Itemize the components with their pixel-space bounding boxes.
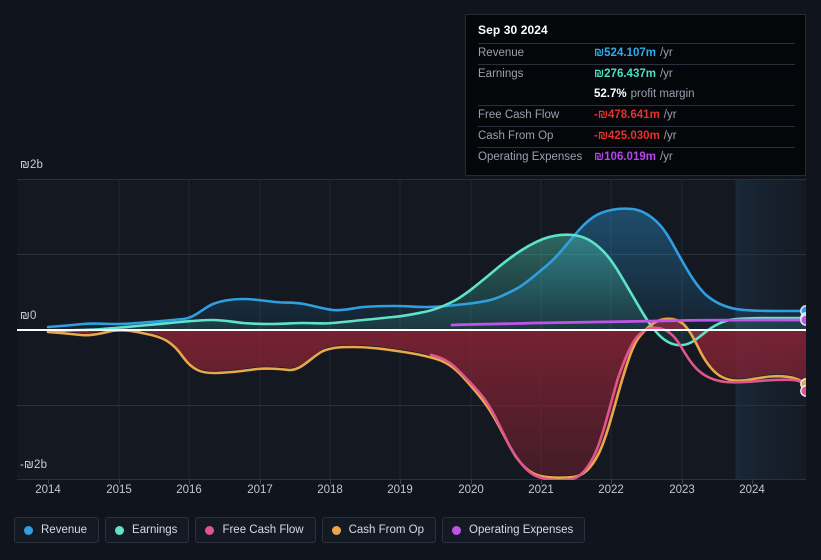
tooltip-label-free-cash-flow: Free Cash Flow [478, 108, 560, 121]
tooltip-date: Sep 30 2024 [478, 23, 548, 37]
x-axis: 2014 2015 2016 2017 2018 2019 2020 2021 … [17, 479, 806, 502]
tooltip-row-profit-margin: 52.7% profit margin [478, 85, 795, 105]
x-axis-label-2021: 2021 [528, 484, 554, 496]
tooltip-value-free-cash-flow: -₪478.641m [594, 108, 660, 121]
legend-dot-free-cash-flow-icon [205, 525, 215, 535]
financial-performance-chart: ₪2b ₪0 -₪2b 2014 2015 2016 2017 2018 201… [0, 0, 821, 560]
tooltip-unit-cash-from-op: /yr [663, 129, 677, 142]
x-axis-label-2016: 2016 [176, 484, 202, 496]
tooltip-unit-operating-expenses: /yr [659, 150, 673, 163]
tooltip-value-earnings: ₪276.437m [594, 67, 656, 80]
endpoint-opex [800, 314, 806, 326]
tooltip-row-revenue: Revenue ₪524.107m /yr [478, 43, 795, 64]
chart-legend: Revenue Earnings Free Cash Flow Cash Fro… [14, 517, 586, 543]
x-axis-label-2014: 2014 [35, 484, 61, 496]
legend-item-cash-from-op[interactable]: Cash From Op [321, 517, 437, 543]
y-axis-label-top: ₪2b [20, 159, 44, 171]
plot-area[interactable] [17, 179, 806, 480]
x-axis-label-2017: 2017 [247, 484, 273, 496]
tooltip-value-cash-from-op: -₪425.030m [594, 129, 660, 142]
x-axis-label-2019: 2019 [387, 484, 413, 496]
y-axis-label-zero: ₪0 [20, 310, 37, 322]
x-axis-label-2020: 2020 [458, 484, 484, 496]
legend-label-cash-from-op: Cash From Op [348, 524, 425, 536]
tooltip-row-operating-expenses: Operating Expenses ₪106.019m /yr [478, 147, 795, 168]
legend-item-revenue[interactable]: Revenue [14, 517, 100, 543]
legend-label-revenue: Revenue [41, 524, 88, 536]
tooltip-row-free-cash-flow: Free Cash Flow -₪478.641m /yr [478, 105, 795, 126]
x-axis-label-2023: 2023 [669, 484, 695, 496]
tooltip-unit-earnings: /yr [659, 67, 673, 80]
tooltip-value-revenue: ₪524.107m [594, 46, 656, 59]
legend-item-earnings[interactable]: Earnings [105, 517, 190, 543]
tooltip-label-cash-from-op: Cash From Op [478, 129, 554, 142]
legend-item-operating-expenses[interactable]: Operating Expenses [442, 517, 586, 543]
tooltip-value-profit-margin: 52.7% [594, 87, 627, 100]
legend-label-earnings: Earnings [132, 524, 178, 536]
chart-tooltip: Sep 30 2024 Revenue ₪524.107m /yr Earnin… [465, 14, 806, 176]
legend-dot-cash-from-op-icon [331, 525, 341, 535]
tooltip-row-cash-from-op: Cash From Op -₪425.030m /yr [478, 126, 795, 147]
tooltip-row-earnings: Earnings ₪276.437m /yr [478, 64, 795, 85]
legend-item-free-cash-flow[interactable]: Free Cash Flow [195, 517, 316, 543]
x-axis-label-2015: 2015 [106, 484, 132, 496]
tooltip-label-revenue: Revenue [478, 46, 525, 59]
legend-label-free-cash-flow: Free Cash Flow [222, 524, 304, 536]
x-axis-label-2022: 2022 [598, 484, 624, 496]
tooltip-label-profit-margin: profit margin [630, 87, 695, 100]
tooltip-unit-revenue: /yr [659, 46, 673, 59]
tooltip-value-operating-expenses: ₪106.019m [594, 150, 656, 163]
tooltip-label-earnings: Earnings [478, 67, 524, 80]
x-axis-label-2018: 2018 [317, 484, 343, 496]
endpoint-free-cash-flow [800, 385, 806, 397]
tooltip-label-operating-expenses: Operating Expenses [478, 150, 583, 163]
legend-dot-operating-expenses-icon [452, 525, 462, 535]
x-axis-label-2024: 2024 [739, 484, 765, 496]
legend-label-operating-expenses: Operating Expenses [469, 524, 574, 536]
legend-dot-revenue-icon [24, 525, 33, 535]
legend-dot-earnings-icon [115, 525, 125, 535]
y-axis-label-bottom: -₪2b [20, 459, 48, 471]
tooltip-unit-free-cash-flow: /yr [663, 108, 677, 121]
plot-svg [17, 179, 806, 480]
